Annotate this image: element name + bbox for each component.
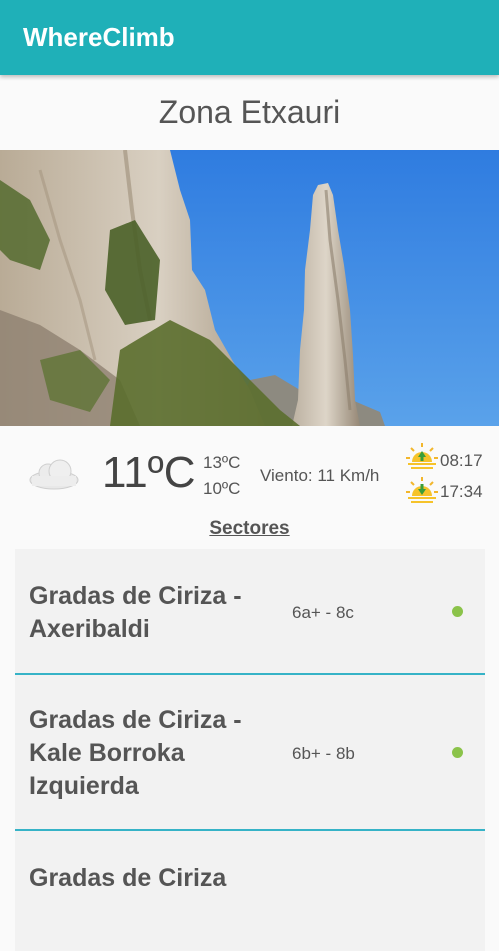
sunrise-time: 08:17 [440,451,483,470]
sector-item[interactable]: Gradas de Ciriza - Axeribaldi 6a+ - 8c [15,549,485,675]
min-temperature: 10ºC [203,479,241,498]
cliff-image [0,150,499,426]
sector-name: Gradas de Ciriza - Axeribaldi [29,582,242,643]
app-bar: WhereClimb [0,0,499,75]
sector-status-dot [452,747,463,758]
sector-item[interactable]: Gradas de Ciriza - Kale Borroka Izquierd… [15,675,485,831]
sector-status-dot [452,606,463,617]
current-temperature: 11ºC [102,448,196,497]
sector-name: Gradas de Ciriza - Kale Borroka Izquierd… [29,706,242,800]
max-temperature: 13ºC [203,453,241,472]
zone-photo [0,150,499,426]
cloud-icon [29,459,79,490]
sector-grade: 6b+ - 8b [292,744,355,763]
sector-list[interactable]: Gradas de Ciriza - Axeribaldi 6a+ - 8c G… [15,549,485,951]
wind-speed: Viento: 11 Km/h [260,466,380,485]
zone-title: Zona Etxauri [158,94,341,130]
sectors-heading-label: Sectores [209,518,290,539]
app-title: WhereClimb [23,22,175,52]
sunset-icon [406,477,438,503]
weather-panel: 11ºC 13ºC 10ºC Viento: 11 Km/h 08:17 17:… [0,438,499,510]
sector-name: Gradas de Ciriza [29,864,227,892]
sunrise-icon [406,443,438,469]
sectors-heading: Sectores [0,518,499,540]
sunset-time: 17:34 [440,482,483,501]
sector-item[interactable]: Gradas de Ciriza [15,831,485,951]
sector-grade: 6a+ - 8c [292,603,354,622]
